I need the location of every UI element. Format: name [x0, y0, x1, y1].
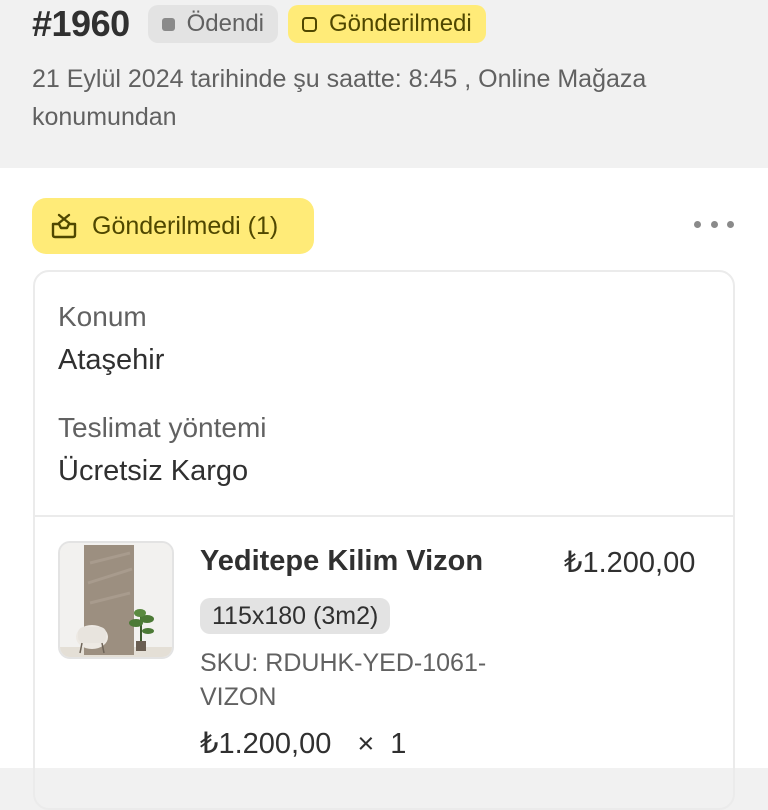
order-title-row: #1960 Ödendi Gönderilmedi — [32, 2, 496, 46]
status-ring-icon — [302, 16, 317, 32]
location-label: Konum — [58, 301, 147, 332]
unfulfilled-count-badge: Gönderilmedi (1) — [32, 198, 314, 254]
location-value: Ataşehir — [58, 344, 165, 376]
payment-status-badge: Ödendi — [147, 5, 278, 43]
fulfillment-status-badge: Gönderilmedi — [288, 5, 486, 43]
unfulfilled-count-label: Gönderilmedi (1) — [92, 211, 279, 240]
multiply-sign: × — [357, 728, 375, 760]
quantity: 1 — [390, 728, 407, 760]
more-actions-button[interactable] — [694, 210, 734, 238]
variant-badge: 115x180 (3m2) — [200, 598, 391, 634]
section-divider — [35, 515, 733, 517]
status-dot-icon — [161, 17, 175, 31]
price-quantity-line: ₺1.200,00 × 1 — [200, 726, 406, 761]
order-number: #1960 — [32, 3, 130, 44]
order-header: #1960 Ödendi Gönderilmedi 21 Eylül 2024 … — [0, 0, 768, 168]
delivery-method-label: Teslimat yöntemi — [58, 412, 267, 443]
product-name-link[interactable]: Yeditepe Kilim Vizon — [200, 545, 483, 578]
product-image — [60, 543, 172, 657]
payment-status-label: Ödendi — [186, 10, 264, 37]
line-item-total: ₺1.200,00 — [564, 547, 696, 579]
product-sku: SKU: RDUHK-YED-1061-VIZON — [200, 649, 487, 711]
more-horizontal-icon — [694, 220, 701, 228]
order-meta: 21 Eylül 2024 tarihinde şu saatte: 8:45 … — [32, 65, 647, 131]
unfulfilled-box-icon — [51, 213, 77, 239]
fulfillment-status-label: Gönderilmedi — [329, 10, 472, 37]
unit-price: ₺1.200,00 — [200, 728, 332, 760]
delivery-method-value: Ücretsiz Kargo — [58, 455, 249, 487]
product-thumbnail[interactable] — [58, 541, 174, 659]
